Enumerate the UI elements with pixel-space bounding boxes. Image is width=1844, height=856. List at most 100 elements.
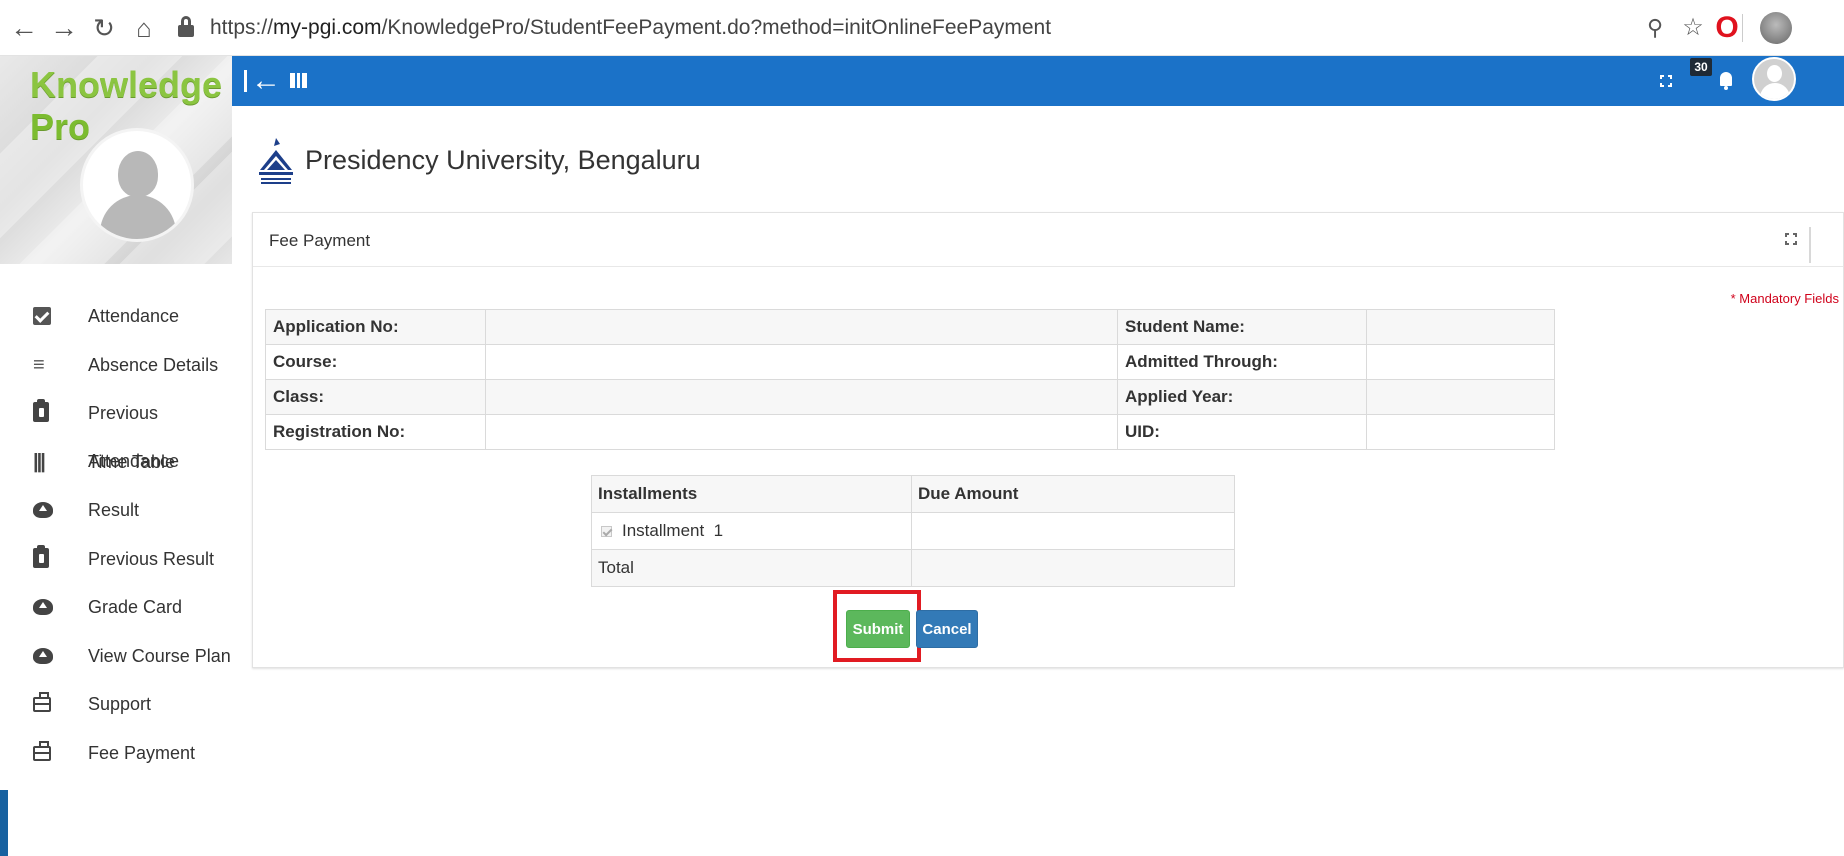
course-value [485, 344, 1118, 380]
brand-pro: Pro [30, 106, 91, 147]
sidebar-item-label: Attendance [88, 306, 180, 326]
applied-year-value [1366, 379, 1555, 415]
sidebar-item-fee-payment[interactable]: Fee Payment [0, 729, 232, 778]
installment-checkbox[interactable] [601, 526, 612, 537]
cloud-upload-icon [33, 599, 53, 615]
student-name-value [1366, 309, 1555, 345]
url-prefix: https:// [210, 16, 274, 39]
zoom-icon[interactable]: ⚲ [1640, 10, 1670, 46]
sidebar-item-label: Time Table [88, 451, 176, 472]
university-name: Presidency University, Bengaluru [305, 145, 701, 175]
forward-arrow-icon[interactable]: → [46, 10, 82, 46]
class-label: Class: [265, 379, 486, 415]
sidebar-active-accent [0, 790, 8, 856]
user-avatar[interactable] [1752, 57, 1796, 101]
application-no-label: Application No: [265, 309, 486, 345]
sidebar-item-label: Absence Details [88, 354, 219, 375]
cancel-button[interactable]: Cancel [916, 610, 978, 648]
table-row: Application No: Student Name: [265, 309, 1555, 345]
cloud-upload-icon [33, 647, 53, 664]
installments-header: Installments [591, 475, 912, 513]
university-logo-icon [259, 138, 293, 184]
course-label: Course: [265, 344, 486, 380]
installments-table: Installments Due Amount Installment 1 To… [591, 475, 1235, 587]
sidebar-item-label: Fee Payment [88, 742, 196, 763]
total-label: Total [591, 549, 912, 587]
submit-button[interactable]: Submit [846, 610, 910, 648]
profile-avatar-icon[interactable] [1760, 12, 1792, 44]
sidebar-item-label: View Course Plan [88, 645, 231, 666]
columns-icon: ||| [33, 450, 46, 473]
sidebar-header: Knowledge Pro [0, 56, 232, 264]
table-row: Installment 1 [591, 512, 1235, 550]
sidebar-item-label: Previous Result [88, 548, 215, 569]
columns-toggle-icon[interactable] [290, 73, 307, 88]
table-row: Total [591, 549, 1235, 587]
briefcase-icon [33, 692, 51, 712]
briefcase-icon [33, 740, 51, 761]
registration-no-label: Registration No: [265, 414, 486, 450]
sidebar-item-attendance[interactable]: Attendance [0, 292, 232, 341]
sidebar-item-time-table[interactable]: ||| Time Table [0, 438, 232, 487]
reload-icon[interactable]: ↻ [86, 10, 122, 46]
sidebar-item-grade-card[interactable]: Grade Card [0, 583, 232, 632]
registration-no-value [485, 414, 1118, 450]
panel-header: Fee Payment [253, 213, 1843, 267]
student-name-label: Student Name: [1117, 309, 1367, 345]
notification-badge: 30 [1690, 58, 1712, 76]
bell-icon[interactable] [1718, 72, 1734, 90]
checkbox-icon [33, 307, 51, 325]
browser-toolbar: ← → ↻ ⌂ https://my-pgi.com/KnowledgePro/… [0, 0, 1844, 56]
sidebar-item-support[interactable]: Support [0, 680, 232, 729]
table-row: Course: Admitted Through: [265, 344, 1555, 380]
fullscreen-icon[interactable] [1660, 75, 1672, 87]
installment-number: 1 [713, 521, 724, 540]
class-value [485, 379, 1118, 415]
application-no-value [485, 309, 1118, 345]
address-bar[interactable]: https://my-pgi.com/KnowledgePro/StudentF… [210, 12, 1051, 44]
sidebar-item-label: Support [88, 694, 152, 714]
mandatory-note: * Mandatory Fields [1730, 291, 1839, 306]
applied-year-label: Applied Year: [1117, 379, 1367, 415]
installment-due-amount [911, 512, 1235, 550]
url-path: /KnowledgePro/StudentFeePayment.do?metho… [381, 16, 1052, 39]
sidebar-item-previous-attendance[interactable]: Previous Attendance [0, 389, 232, 471]
due-amount-header: Due Amount [911, 475, 1235, 513]
opera-icon[interactable]: O [1712, 10, 1742, 46]
uid-value [1366, 414, 1555, 450]
sidebar-item-view-course-plan[interactable]: View Course Plan [0, 632, 232, 681]
total-value [911, 549, 1235, 587]
sidebar: Knowledge Pro Attendance ≡ Absence Detail… [0, 56, 232, 856]
sidebar-item-label: Result [88, 500, 140, 520]
brand-knowledge: Knowledge [30, 64, 223, 105]
panel-title: Fee Payment [269, 231, 371, 250]
clipboard-icon [33, 399, 49, 422]
table-row: Installments Due Amount [591, 475, 1235, 513]
admitted-through-value [1366, 344, 1555, 380]
panel-edge-divider [1809, 227, 1811, 263]
student-info-table: Application No: Student Name: Course: Ad… [265, 309, 1555, 450]
sidebar-item-result[interactable]: Result [0, 486, 232, 535]
list-check-icon: ≡ [33, 353, 45, 376]
uid-label: UID: [1117, 414, 1367, 450]
url-host: my-pgi.com [273, 16, 382, 39]
sidebar-item-label: Grade Card [88, 597, 183, 617]
clipboard-icon [33, 544, 49, 568]
sidebar-item-absence-details[interactable]: ≡ Absence Details [0, 341, 232, 390]
table-row: Registration No: UID: [265, 414, 1555, 450]
admitted-through-label: Admitted Through: [1117, 344, 1367, 380]
back-arrow-icon[interactable]: ← [6, 10, 42, 46]
toolbar-divider [1742, 14, 1743, 42]
home-icon[interactable]: ⌂ [126, 10, 162, 46]
table-row: Class: Applied Year: [265, 379, 1555, 415]
top-app-bar: ← 30 [232, 56, 1844, 106]
installment-label: Installment [622, 521, 705, 540]
sidebar-menu: Attendance ≡ Absence Details Previous Att… [0, 292, 232, 777]
sidebar-item-previous-result[interactable]: Previous Result [0, 535, 232, 584]
cloud-upload-icon [33, 502, 53, 518]
star-icon[interactable]: ☆ [1678, 10, 1708, 46]
lock-icon [178, 16, 194, 38]
profile-picture [80, 128, 194, 242]
collapse-sidebar-icon[interactable]: ← [244, 64, 281, 98]
installment-cell: Installment 1 [591, 512, 912, 550]
